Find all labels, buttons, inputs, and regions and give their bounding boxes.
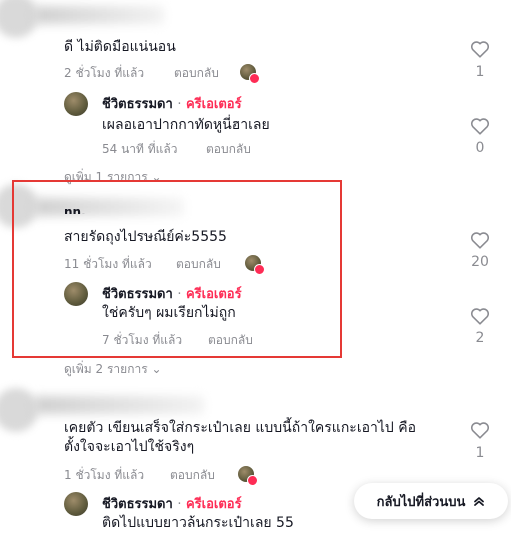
comment-text: ดี ไม่ติดมือแน่นอน <box>64 39 176 55</box>
creator-liked-avatar <box>238 466 258 486</box>
heart-badge-icon <box>249 73 260 84</box>
separator-dot: · <box>177 497 182 512</box>
author-name[interactable]: ชีวิตธรรมดา <box>102 497 173 512</box>
creator-liked-avatar <box>240 64 260 84</box>
view-more-replies[interactable]: ดูเพิ่ม 2 รายการ ⌄ <box>64 360 162 379</box>
comment-author-blurred[interactable] <box>34 396 204 414</box>
like-count: 1 <box>475 445 485 461</box>
chevron-down-icon: ⌄ <box>151 362 162 376</box>
comment-author-blurred[interactable] <box>34 6 164 24</box>
reply-author[interactable]: ชีวิตธรรมดา · ครีเอเตอร์ <box>102 93 242 114</box>
like-count: 2 <box>475 330 485 346</box>
like-heart-icon[interactable] <box>470 307 490 325</box>
reply-author[interactable]: ชีวิตธรรมดา · ครีเอเตอร์ <box>102 493 242 514</box>
highlight-box <box>12 180 342 358</box>
avatar[interactable] <box>0 0 38 38</box>
reply-button[interactable]: ตอบกลับ <box>206 140 251 159</box>
reply-text: ติดไปแบบยาวล้นกระเป๋าเลย 55 <box>102 515 294 531</box>
reply-button[interactable]: ตอบกลับ <box>170 466 215 485</box>
creator-avatar[interactable] <box>64 92 88 116</box>
back-to-top-label: กลับไปที่ส่วนบน <box>376 494 466 510</box>
creator-badge: ครีเอเตอร์ <box>185 497 242 512</box>
reply-time: 54 นาที ที่แล้ว <box>102 142 178 156</box>
double-chevron-up-icon <box>474 497 485 506</box>
like-count: 1 <box>475 64 485 80</box>
creator-avatar[interactable] <box>64 492 88 516</box>
comment-time: 1 ชั่วโมง ที่แล้ว <box>64 468 145 482</box>
reply-button[interactable]: ตอบกลับ <box>174 64 219 83</box>
creator-badge: ครีเอเตอร์ <box>185 97 242 112</box>
like-heart-icon[interactable] <box>470 40 490 58</box>
separator-dot: · <box>177 97 182 112</box>
comment-text-line2: ตั้งใจจะเอาไปใช้จริงๆ <box>64 439 195 455</box>
like-heart-icon[interactable] <box>470 231 490 249</box>
avatar[interactable] <box>0 388 38 432</box>
back-to-top-button[interactable]: กลับไปที่ส่วนบน <box>354 483 508 519</box>
heart-badge-icon <box>247 475 258 486</box>
like-count: 20 <box>471 254 489 270</box>
like-heart-icon[interactable] <box>470 421 490 439</box>
comment-time: 2 ชั่วโมง ที่แล้ว <box>64 66 145 80</box>
like-count: 0 <box>475 140 485 156</box>
reply-text: เผลอเอาปากกาทัดหูนี่ฮาเลย <box>102 117 270 133</box>
author-name[interactable]: ชีวิตธรรมดา <box>102 97 173 112</box>
like-heart-icon[interactable] <box>470 117 490 135</box>
view-more-label: ดูเพิ่ม 2 รายการ <box>64 362 148 376</box>
comment-text-line1: เคยตัว เขียนเสร็จใส่กระเป๋าเลย แบบนี้ถ้า… <box>64 420 417 436</box>
